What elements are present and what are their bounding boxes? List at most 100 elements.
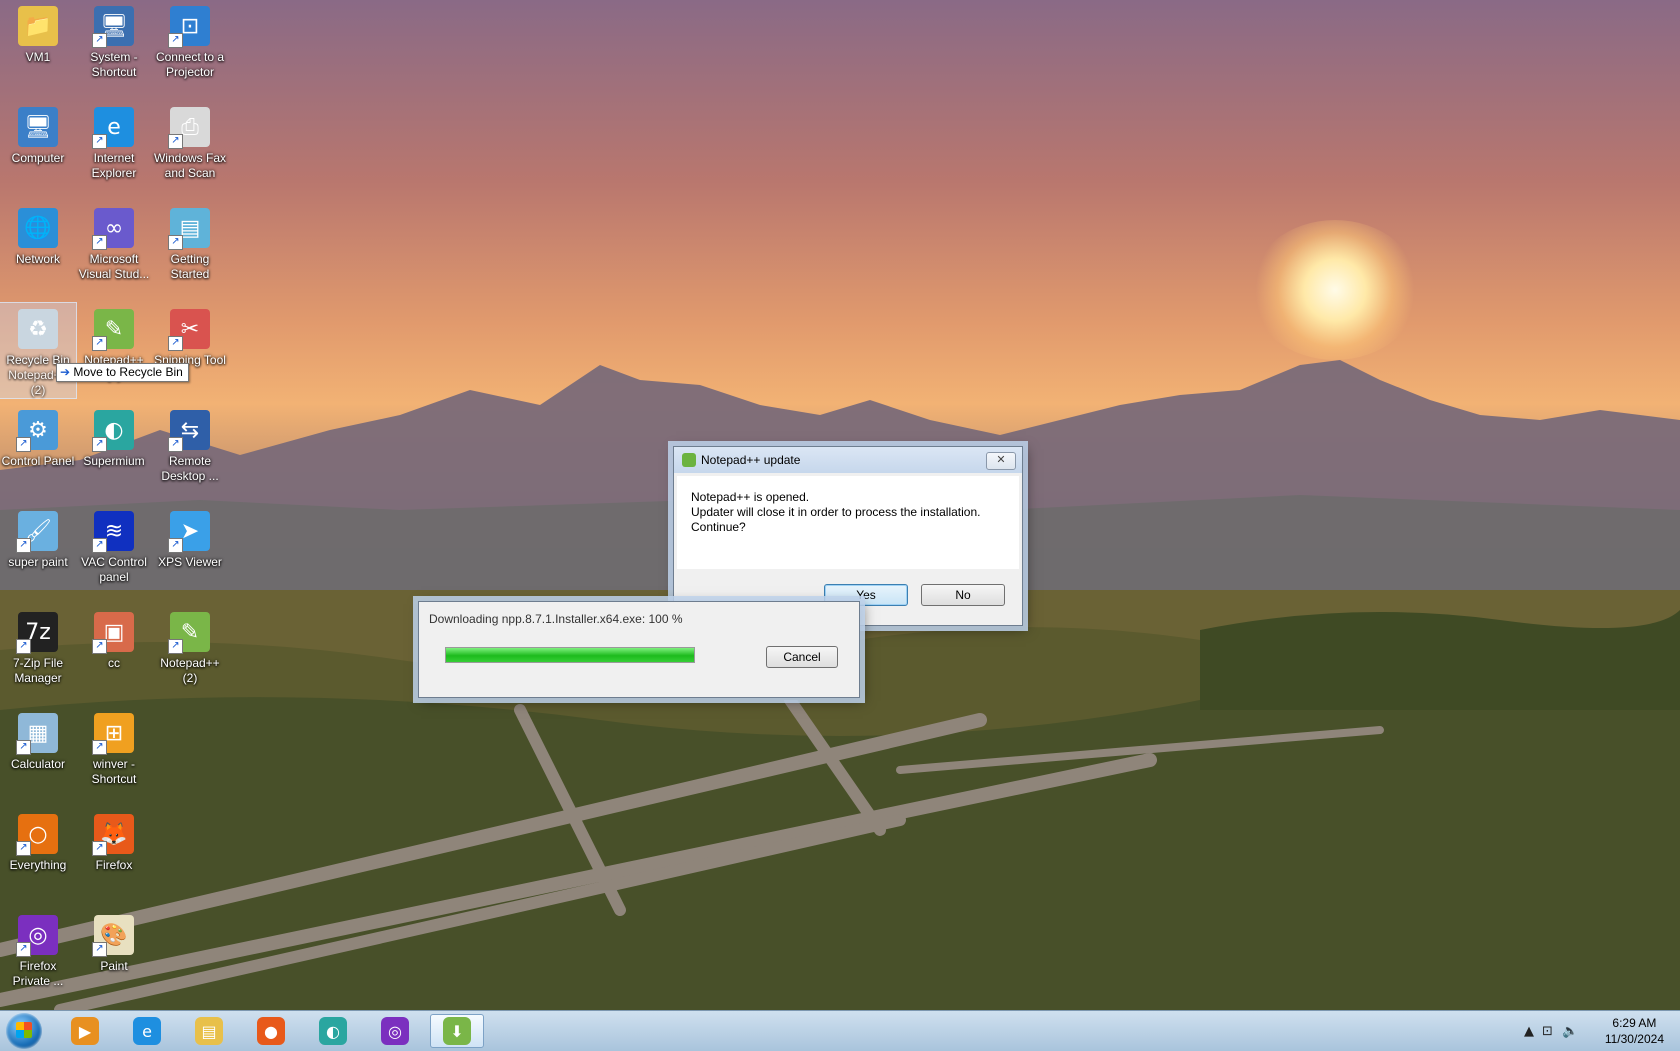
seven-zip-icon: 7z ↗ (16, 612, 58, 654)
desktop-icon-label: 7-Zip File Manager (12, 656, 63, 685)
desktop-icon-paint[interactable]: 🎨 ↗ Paint (76, 909, 152, 974)
show-hidden-icons-icon[interactable]: ▲ (1524, 1024, 1534, 1039)
desktop-icon-network[interactable]: 🌐 Network (0, 202, 76, 267)
windows-logo-icon (16, 1022, 32, 1038)
image-icon: ▣ ↗ (92, 612, 134, 654)
shortcut-arrow-icon: ↗ (92, 134, 107, 149)
desktop-icon-windows-fax-and-scan[interactable]: ⎙ ↗ Windows Fax and Scan (152, 101, 228, 181)
desktop-icon-label: Remote Desktop ... (161, 454, 219, 483)
desktop-icon-vac-control-panel[interactable]: ≋ ↗ VAC Control panel (76, 505, 152, 585)
system-monitor-icon: 🖥 ↗ (92, 6, 134, 48)
shortcut-arrow-icon: ↗ (16, 841, 31, 856)
desktop-icon-control-panel[interactable]: ⚙ ↗ Control Panel (0, 404, 76, 469)
tooltip-text: Move to Recycle Bin (73, 365, 183, 379)
desktop-icon-label: Supermium (83, 454, 145, 468)
desktop-icon-super-paint[interactable]: 🖌 ↗ super paint (0, 505, 76, 570)
desktop-icon-notepad-2[interactable]: ✎↗Notepad++ (2) (152, 606, 228, 686)
shortcut-arrow-icon: ↗ (92, 437, 107, 452)
desktop-icon-label: Notepad++ (2) (160, 656, 220, 685)
desktop-icon-everything[interactable]: ○ ↗ Everything (0, 808, 76, 873)
progress-fill (446, 648, 694, 662)
desktop-icon-remote-desktop[interactable]: ⇆ ↗ Remote Desktop ... (152, 404, 228, 484)
vac-panel-icon: ≋ ↗ (92, 511, 134, 553)
shortcut-arrow-icon: ↗ (168, 639, 183, 654)
desktop-icon-cc[interactable]: ▣ ↗ cc (76, 606, 152, 671)
computer-icon: 🖥 (18, 107, 58, 147)
desktop-icon-getting-started[interactable]: ▤ ↗ Getting Started (152, 202, 228, 282)
visual-studio-icon: ∞ ↗ (92, 208, 134, 250)
taskbar-item-firefox-private[interactable]: ◎ (368, 1014, 422, 1048)
download-dialog: Downloading npp.8.7.1.Installer.x64.exe:… (418, 601, 860, 698)
cancel-button[interactable]: Cancel (766, 646, 838, 668)
desktop-icon-label: Firefox Private ... (12, 959, 64, 988)
desktop-icon-label: VM1 (25, 50, 51, 64)
shortcut-arrow-icon: ↗ (16, 942, 31, 957)
desktop-icon-label: Firefox (95, 858, 133, 872)
desktop-icon-firefox[interactable]: 🦊 ↗ Firefox (76, 808, 152, 873)
shortcut-arrow-icon: ↗ (168, 336, 183, 351)
paint-palette-icon: 🎨 ↗ (92, 915, 134, 957)
desktop-icon-connect-to-a-projector[interactable]: ⊡ ↗ Connect to a Projector (152, 0, 228, 80)
taskbar-item-file-explorer[interactable]: ▤ (182, 1014, 236, 1048)
desktop-icon-label: Microsoft Visual Stud... (78, 252, 150, 281)
wooden-fence (0, 700, 1384, 1010)
desktop-icon-internet-explorer[interactable]: e ↗ Internet Explorer (76, 101, 152, 181)
desktop-icon-label: Control Panel (1, 454, 75, 468)
firefox-private-icon: ◎ ↗ (16, 915, 58, 957)
network-icon[interactable]: ⊡ (1542, 1024, 1553, 1039)
desktop-icon-firefox-private[interactable]: ◎ ↗ Firefox Private ... (0, 909, 76, 989)
taskbar-item-internet-explorer[interactable]: e (120, 1014, 174, 1048)
close-button[interactable]: ✕ (986, 452, 1016, 470)
desktop-icon-vm1[interactable]: 📁 VM1 (0, 0, 76, 65)
update-dialog-title: Notepad++ update (701, 453, 801, 467)
shortcut-arrow-icon: ↗ (16, 740, 31, 755)
clock-date: 11/30/2024 (1604, 1032, 1664, 1046)
start-button[interactable] (6, 1013, 42, 1049)
desktop-icon-label: Windows Fax and Scan (153, 151, 227, 180)
desktop-icon-supermium[interactable]: ◐ ↗ Supermium (76, 404, 152, 469)
desktop-icon-xps-viewer[interactable]: ➤ ↗ XPS Viewer (152, 505, 228, 570)
taskbar-item-media-player[interactable]: ▶ (58, 1014, 112, 1048)
volume-icon[interactable]: 🔈 (1562, 1024, 1578, 1039)
update-dialog-titlebar[interactable]: Notepad++ update ✕ (674, 447, 1022, 473)
windows-logo-icon: ⊞ ↗ (92, 713, 134, 755)
desktop-icon-label: VAC Control panel (81, 555, 147, 584)
download-progress-bar (445, 647, 695, 663)
sun (1250, 220, 1420, 360)
update-dialog-message: Notepad++ is opened. Updater will close … (677, 476, 1019, 569)
desktop-icon-label: Getting Started (170, 252, 210, 281)
xps-viewer-icon: ➤ ↗ (168, 511, 210, 553)
desktop-icon-recycle-bin[interactable]: ♻ Recycle Bin Notepad++ (2) (0, 302, 77, 399)
shortcut-arrow-icon: ↗ (92, 942, 107, 957)
shortcut-arrow-icon: ↗ (92, 33, 107, 48)
desktop-icon-computer[interactable]: 🖥 Computer (0, 101, 76, 166)
paint-icon: 🖌 ↗ (16, 511, 58, 553)
desktop-icon-snipping-tool[interactable]: ✂ ↗ Snipping Tool (152, 303, 228, 368)
desktop[interactable]: 📁 VM1 🖥 ↗ System - Shortcut ⊡ ↗ Connect to a Pr… (0, 0, 1680, 1010)
shortcut-arrow-icon: ↗ (92, 740, 107, 755)
desktop-icon-label: Connect to a Projector (155, 50, 225, 79)
clock[interactable]: 6:29 AM 11/30/2024 (1605, 1015, 1664, 1047)
desktop-icon-7-zip-file-manager[interactable]: 7z ↗ 7-Zip File Manager (0, 606, 76, 686)
shortcut-arrow-icon: ↗ (92, 841, 107, 856)
no-button[interactable]: No (921, 584, 1005, 606)
notepad-plus-plus-icon: ✎ ↗ (168, 612, 210, 654)
taskbar-item-notepad-plus-plus-updater[interactable]: ⬇ (430, 1014, 484, 1048)
desktop-icon-label: cc (108, 656, 120, 670)
desktop-icon-label: Calculator (10, 757, 66, 771)
supermium-icon: ◐ ↗ (92, 410, 134, 452)
desktop-icon-winver-shortcut[interactable]: ⊞ ↗ winver - Shortcut (76, 707, 152, 787)
taskbar-item-supermium[interactable]: ◐ (306, 1014, 360, 1048)
desktop-icon-system-shortcut[interactable]: 🖥 ↗ System - Shortcut (76, 0, 152, 80)
internet-explorer-icon: e (133, 1017, 161, 1045)
desktop-icon-microsoft-visual-stud[interactable]: ∞ ↗ Microsoft Visual Stud... (76, 202, 152, 282)
media-player-icon: ▶ (71, 1017, 99, 1045)
getting-started-icon: ▤ ↗ (168, 208, 210, 250)
firefox-icon: ● (257, 1017, 285, 1045)
network-globe-icon-glyph: 🌐 (24, 215, 52, 241)
taskbar-item-firefox[interactable]: ● (244, 1014, 298, 1048)
system-tray: ▲ ⊡ 🔈 6:29 AM 11/30/2024 (1520, 1011, 1680, 1051)
network-globe-icon: 🌐 (18, 208, 58, 248)
shortcut-arrow-icon: ↗ (168, 538, 183, 553)
desktop-icon-calculator[interactable]: ▦ ↗ Calculator (0, 707, 76, 772)
